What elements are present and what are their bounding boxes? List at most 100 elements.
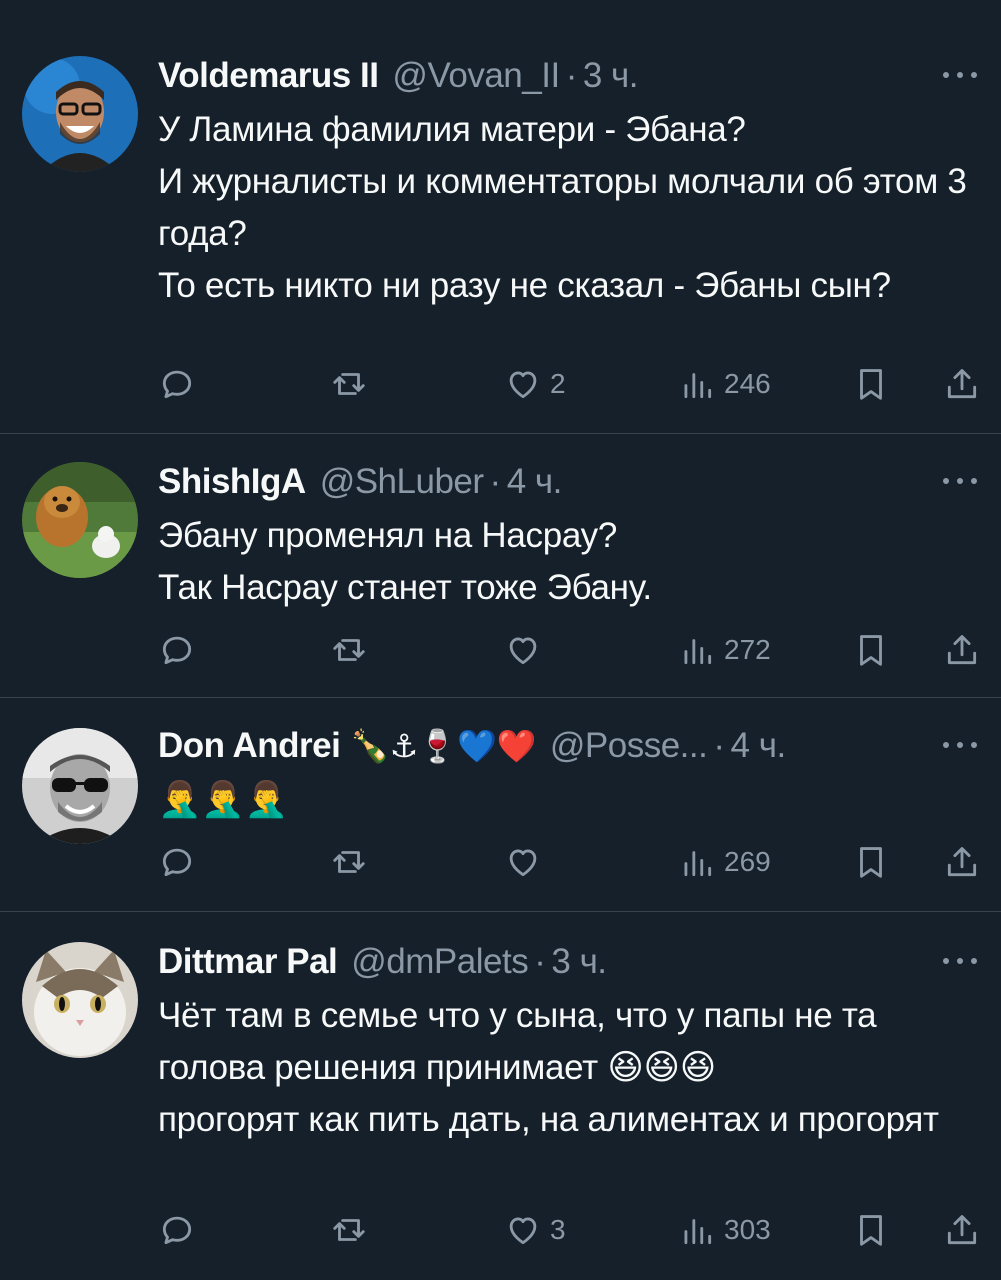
views-button[interactable]: 246 — [678, 364, 771, 404]
avatar-image — [22, 462, 138, 578]
views-icon — [684, 1219, 712, 1245]
heart-icon — [509, 637, 537, 665]
heart-icon — [509, 1217, 537, 1245]
view-count: 272 — [724, 634, 771, 665]
like-button[interactable]: 3 — [504, 1210, 566, 1250]
share-icon — [947, 369, 977, 399]
avatar-image — [22, 728, 138, 844]
author-name[interactable]: Dittmar Pal — [158, 942, 338, 982]
tweet[interactable]: ShishIgA @ShLuber · 4 ч. Эбану променял … — [0, 434, 1001, 698]
author-handle[interactable]: @ShLuber — [320, 462, 484, 502]
share-button[interactable] — [943, 364, 981, 404]
bookmark-button[interactable] — [852, 364, 890, 404]
like-button[interactable] — [504, 842, 550, 882]
tweet-actions: 272 — [158, 630, 981, 670]
retweet-icon — [333, 851, 365, 873]
avatar[interactable] — [22, 56, 138, 172]
like-button[interactable]: 2 — [504, 364, 566, 404]
tweet-header: Voldemarus II @Vovan_II · 3 ч. — [158, 54, 941, 98]
tweet[interactable]: Voldemarus II @Vovan_II · 3 ч. У Ламина … — [0, 14, 1001, 434]
views-button[interactable]: 272 — [678, 630, 771, 670]
avatar-image — [22, 942, 138, 1058]
share-icon — [947, 847, 977, 877]
share-button[interactable] — [943, 630, 981, 670]
retweet-icon — [333, 373, 365, 395]
author-handle[interactable]: @Vovan_II — [392, 56, 560, 96]
retweet-button[interactable] — [330, 630, 376, 670]
reply-icon — [162, 848, 192, 877]
avatar[interactable] — [22, 462, 138, 578]
views-icon — [684, 373, 712, 399]
more-icon[interactable] — [943, 730, 977, 760]
tweet[interactable]: Dittmar Pal @dmPalets · 3 ч. Чёт там в с… — [0, 912, 1001, 1280]
reply-icon — [162, 370, 192, 399]
more-icon[interactable] — [943, 466, 977, 496]
tweet-text: Эбану променял на Насрау? Так Насрау ста… — [158, 516, 652, 607]
tweet-actions: 3 303 — [158, 1210, 981, 1250]
reply-button[interactable] — [158, 630, 204, 670]
like-count: 2 — [550, 368, 566, 399]
timeline-feed: Voldemarus II @Vovan_II · 3 ч. У Ламина … — [0, 0, 1001, 1280]
like-button[interactable] — [504, 630, 550, 670]
tweet[interactable]: Don Andrei 🍾⚓🍷💙❤️ @Posse... · 4 ч. 🤦‍♂️🤦… — [0, 698, 1001, 912]
tweet-text: У Ламина фамилия матери - Эбана? И журна… — [158, 110, 967, 305]
reply-button[interactable] — [158, 364, 204, 404]
author-handle[interactable]: @dmPalets — [351, 942, 528, 982]
tweet-time[interactable]: 3 ч. — [583, 56, 639, 96]
retweet-button[interactable] — [330, 842, 376, 882]
bookmark-button[interactable] — [852, 630, 890, 670]
views-icon — [684, 639, 712, 665]
reply-icon — [162, 636, 192, 665]
tweet-header: ShishIgA @ShLuber · 4 ч. — [158, 460, 941, 504]
view-count: 303 — [724, 1214, 771, 1245]
retweet-icon — [333, 1219, 365, 1241]
separator-dot: · — [713, 726, 725, 765]
bookmark-button[interactable] — [852, 1210, 890, 1250]
author-name[interactable]: Don Andrei — [158, 726, 341, 766]
reply-button[interactable] — [158, 842, 204, 882]
reply-icon — [162, 1216, 192, 1245]
heart-icon — [509, 849, 537, 877]
like-count: 3 — [550, 1214, 566, 1245]
author-handle[interactable]: @Posse... — [550, 726, 708, 766]
view-count: 246 — [724, 368, 771, 399]
author-name[interactable]: Voldemarus II — [158, 56, 379, 96]
reply-button[interactable] — [158, 1210, 204, 1250]
retweet-button[interactable] — [330, 1210, 376, 1250]
tweet-text: Чёт там в семье что у сына, что у папы н… — [158, 996, 939, 1139]
share-icon — [947, 1215, 977, 1245]
tweet-text: 🤦‍♂️🤦‍♂️🤦‍♂️ — [158, 780, 288, 819]
heart-icon — [509, 371, 537, 399]
separator-dot: · — [489, 462, 502, 501]
bookmark-icon — [860, 847, 882, 878]
share-button[interactable] — [943, 1210, 981, 1250]
tweet-time[interactable]: 3 ч. — [551, 942, 607, 982]
avatar[interactable] — [22, 942, 138, 1058]
views-button[interactable]: 303 — [678, 1210, 771, 1250]
views-button[interactable]: 269 — [678, 842, 771, 882]
tweet-time[interactable]: 4 ч. — [731, 726, 787, 766]
bookmark-button[interactable] — [852, 842, 890, 882]
retweet-icon — [333, 639, 365, 661]
avatar[interactable] — [22, 728, 138, 844]
author-name[interactable]: ShishIgA — [158, 462, 306, 502]
separator-dot: · — [534, 942, 546, 981]
retweet-button[interactable] — [330, 364, 376, 404]
name-emoji: 🍾⚓🍷💙❤️ — [350, 728, 536, 764]
view-count: 269 — [724, 846, 771, 877]
more-icon[interactable] — [943, 946, 977, 976]
bookmark-icon — [860, 1215, 882, 1246]
tweet-actions: 269 — [158, 842, 981, 882]
tweet-time[interactable]: 4 ч. — [507, 462, 563, 502]
share-button[interactable] — [943, 842, 981, 882]
bookmark-icon — [860, 369, 882, 400]
tweet-header: Dittmar Pal @dmPalets · 3 ч. — [158, 940, 941, 984]
views-icon — [684, 851, 712, 877]
bookmark-icon — [860, 635, 882, 666]
more-icon[interactable] — [943, 60, 977, 90]
tweet-actions: 2 246 — [158, 364, 981, 404]
avatar-image — [22, 56, 138, 172]
share-icon — [947, 635, 977, 665]
separator-dot: · — [565, 56, 578, 95]
tweet-header: Don Andrei 🍾⚓🍷💙❤️ @Posse... · 4 ч. — [158, 724, 941, 768]
